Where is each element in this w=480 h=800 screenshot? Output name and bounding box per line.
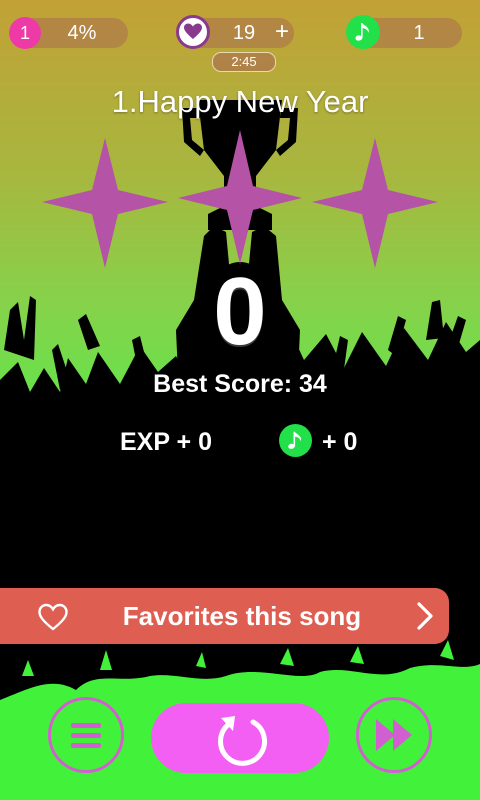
favorite-song-button[interactable]: Favorites this song <box>0 588 449 644</box>
music-note-icon <box>355 23 369 41</box>
menu-button[interactable] <box>48 697 124 773</box>
coins-count: 1 <box>413 22 425 44</box>
lives-timer: 2:45 <box>212 52 276 72</box>
replay-icon <box>218 716 268 766</box>
progress-percent: 4% <box>67 22 97 44</box>
menu-icon <box>71 723 101 748</box>
lives-count: 19 <box>232 22 256 44</box>
heart-badge <box>176 15 210 49</box>
exp-gain: EXP + 0 <box>120 428 212 456</box>
heart-icon <box>184 23 202 39</box>
chevron-right-icon <box>417 602 433 630</box>
score-value: 0 <box>213 258 267 365</box>
note-coin-badge <box>346 15 380 49</box>
star-3 <box>312 138 438 268</box>
music-note-icon <box>288 431 302 449</box>
add-lives-button[interactable]: + <box>268 17 296 47</box>
star-1 <box>42 138 168 268</box>
replay-button[interactable] <box>151 703 329 773</box>
background-scene <box>0 100 480 800</box>
skip-forward-button[interactable] <box>356 697 432 773</box>
star-rating <box>42 130 438 268</box>
best-score: Best Score: 34 <box>153 370 327 398</box>
coin-gain-icon <box>279 424 312 457</box>
song-title: 1.Happy New Year <box>111 84 369 119</box>
coin-gain: + 0 <box>322 428 358 456</box>
level-badge: 1 <box>9 17 41 49</box>
favorite-label: Favorites this song <box>122 601 362 631</box>
fast-forward-icon <box>376 719 412 751</box>
